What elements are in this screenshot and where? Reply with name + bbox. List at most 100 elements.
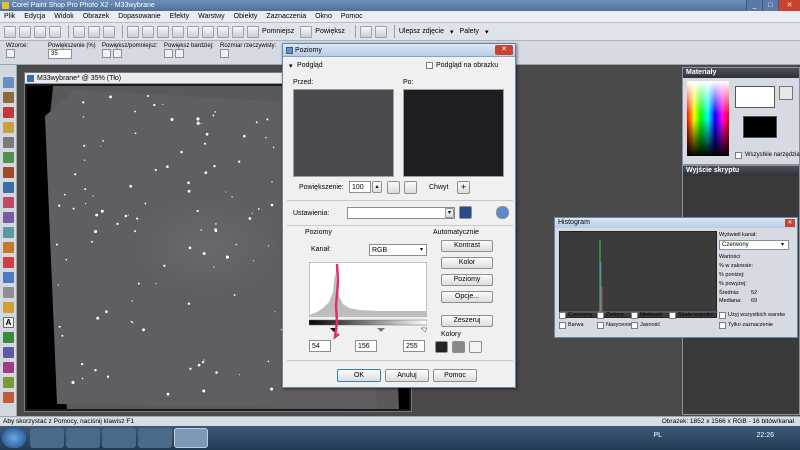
shape-tool-icon[interactable] [3, 332, 14, 343]
zoom-lens-icon[interactable] [404, 181, 417, 194]
pick-tool-icon[interactable] [3, 107, 14, 118]
input-white-field[interactable]: 255 [403, 340, 425, 352]
cancel-button[interactable]: Anuluj [385, 369, 429, 382]
paint-brush-icon[interactable] [3, 257, 14, 268]
zoom-out-button[interactable]: Pomniejsz [262, 28, 294, 35]
ok-button[interactable]: OK [337, 369, 381, 382]
selection-tool-icon[interactable] [3, 137, 14, 148]
gamma-slider[interactable] [377, 328, 385, 332]
gray-eyedropper-icon[interactable] [452, 341, 465, 353]
red-eye-tool-icon[interactable] [3, 197, 14, 208]
menu-edit[interactable]: Edycja [24, 13, 45, 20]
clone-tool-icon[interactable] [3, 227, 14, 238]
straighten-tool-icon[interactable] [3, 182, 14, 193]
help-button[interactable]: Pomoc [433, 369, 477, 382]
green-channel-checkbox[interactable] [597, 312, 604, 319]
taskbar-app-icon[interactable] [138, 428, 172, 448]
zoom-tool-icon[interactable] [6, 49, 15, 58]
zoom-in-button[interactable]: Powiększ [315, 28, 345, 35]
history-icon[interactable] [103, 25, 115, 38]
menu-objects[interactable]: Obiekty [234, 13, 258, 20]
redo-icon[interactable] [88, 25, 100, 38]
taskbar-paintshop-icon[interactable] [174, 428, 208, 448]
preview-on-image-checkbox[interactable] [426, 62, 433, 69]
zoom-out-icon[interactable] [247, 25, 259, 38]
layers-icon[interactable] [217, 25, 229, 38]
zoom-input[interactable]: 100 [349, 181, 371, 193]
chevron-down-icon[interactable]: ▾ [445, 208, 454, 218]
white-point-slider[interactable] [420, 327, 427, 333]
background-swatch[interactable] [743, 116, 777, 138]
mirror-icon[interactable] [187, 25, 199, 38]
auto-contrast-button[interactable]: Kontrast [441, 240, 493, 252]
reset-button[interactable]: Zeszeruj [441, 315, 493, 327]
zoom-more-in-icon[interactable] [164, 49, 173, 58]
rotate-icon[interactable] [157, 25, 169, 38]
start-button-icon[interactable] [2, 428, 26, 448]
after-preview[interactable] [403, 89, 504, 177]
white-eyedropper-icon[interactable] [469, 341, 482, 353]
display-channel-select[interactable]: Czerwony [719, 240, 789, 250]
input-gamma-field[interactable]: 156 [355, 340, 377, 352]
makeover-tool-icon[interactable] [3, 212, 14, 223]
before-preview[interactable] [293, 89, 394, 177]
improve-photo-menu[interactable]: Ulepsz zdjęcie [399, 28, 444, 35]
maximize-button[interactable]: □ [762, 0, 778, 11]
menu-effects[interactable]: Efekty [170, 13, 189, 20]
menu-selections[interactable]: Zaznaczenia [266, 13, 306, 20]
canvas-icon[interactable] [202, 25, 214, 38]
input-black-field[interactable]: 54 [309, 340, 331, 352]
zoom-tool-icon[interactable] [3, 92, 14, 103]
grayscale-checkbox[interactable] [669, 312, 676, 319]
language-indicator[interactable]: PL [653, 432, 662, 439]
taskbar-media-icon[interactable] [102, 428, 136, 448]
flip-icon[interactable] [172, 25, 184, 38]
menu-window[interactable]: Okno [315, 13, 332, 20]
all-layers-checkbox[interactable] [719, 312, 726, 319]
clock[interactable]: 22:26 [756, 432, 774, 439]
black-eyedropper-icon[interactable] [435, 341, 448, 353]
zoom-out-small-icon[interactable] [113, 49, 122, 58]
red-channel-checkbox[interactable] [559, 312, 566, 319]
minimize-button[interactable]: _ [746, 0, 762, 11]
zoom-more-out-icon[interactable] [175, 49, 184, 58]
menu-file[interactable]: Plik [4, 13, 15, 20]
menu-layers[interactable]: Warstwy [198, 13, 225, 20]
eraser-tool-icon[interactable] [3, 287, 14, 298]
palettes-menu[interactable]: Palety [460, 28, 479, 35]
blue-channel-checkbox[interactable] [631, 312, 638, 319]
close-button[interactable]: ✕ [778, 0, 800, 11]
text-tool-icon[interactable]: A [3, 317, 14, 328]
crop-icon[interactable] [127, 25, 139, 38]
menu-image[interactable]: Obrazek [83, 13, 109, 20]
zoom-in-icon[interactable] [300, 25, 313, 38]
picture-tube-icon[interactable] [3, 392, 14, 403]
brightness-checkbox[interactable] [631, 322, 638, 329]
freehand-icon[interactable] [374, 25, 387, 38]
zoom-percent-input[interactable]: 35 [48, 49, 72, 59]
menu-help[interactable]: Pomoc [341, 13, 363, 20]
menu-view[interactable]: Widok [54, 13, 73, 20]
zoom-in-small-icon[interactable] [102, 49, 111, 58]
preview-toggle-icon[interactable]: ▾ [289, 62, 293, 70]
histogram-close-button[interactable]: ✕ [785, 219, 795, 227]
actual-size-icon[interactable] [220, 49, 229, 58]
swap-colors-icon[interactable] [779, 86, 793, 100]
print-icon[interactable] [49, 25, 61, 38]
dialog-close-button[interactable]: ✕ [495, 45, 513, 55]
smudge-tool-icon[interactable] [3, 272, 14, 283]
taskbar-explorer-icon[interactable] [66, 428, 100, 448]
selection-icon[interactable] [359, 25, 372, 38]
dropper-tool-icon[interactable] [3, 152, 14, 163]
auto-color-button[interactable]: Kolor [441, 257, 493, 269]
move-tool-icon[interactable] [3, 122, 14, 133]
mesh-tool-icon[interactable] [3, 377, 14, 388]
saturation-checkbox[interactable] [597, 322, 604, 329]
save-icon[interactable] [34, 25, 46, 38]
undo-icon[interactable] [73, 25, 85, 38]
preview-tab[interactable]: Podgląd [297, 62, 323, 69]
resize-icon[interactable] [142, 25, 154, 38]
crop-tool-icon[interactable] [3, 167, 14, 178]
selection-only-checkbox[interactable] [719, 322, 726, 329]
settings-select[interactable] [347, 207, 455, 219]
